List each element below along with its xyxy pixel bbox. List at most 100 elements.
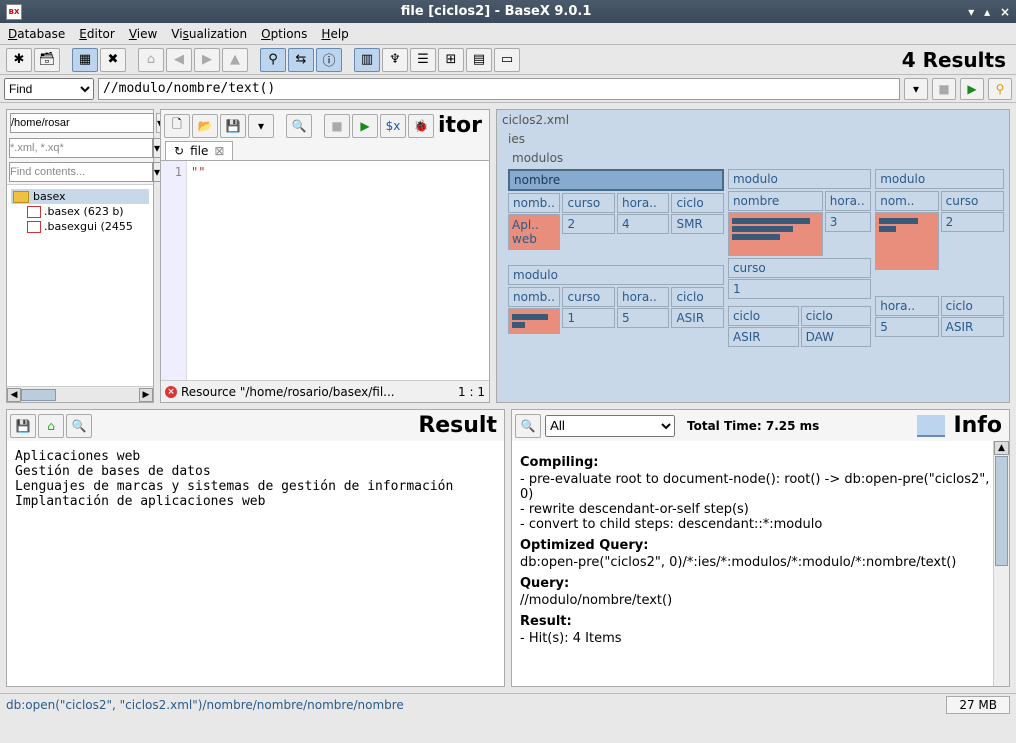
map-node[interactable]: hora.. <box>825 191 871 211</box>
ext-filter-input[interactable] <box>9 138 153 158</box>
map-node[interactable]: curso <box>728 258 871 278</box>
query-stop-icon[interactable]: ■ <box>932 78 956 100</box>
map-value[interactable] <box>728 212 823 256</box>
home-icon[interactable]: ⌂ <box>138 48 164 72</box>
map-value[interactable]: 4 <box>617 214 669 234</box>
map-value[interactable]: 5 <box>617 308 669 328</box>
map-node[interactable]: ciclo <box>671 287 723 307</box>
new-file-icon[interactable]: 🗋 <box>164 114 190 138</box>
menu-visualization[interactable]: Visualization <box>171 27 247 41</box>
map-node[interactable]: modulo <box>728 169 871 189</box>
map-node[interactable]: ciclo <box>801 306 872 326</box>
tree-folder[interactable]: basex <box>11 189 149 204</box>
editor-code[interactable]: "" <box>187 161 489 380</box>
stop-icon[interactable]: ■ <box>324 114 350 138</box>
editor-tab[interactable]: ↻ file ⊠ <box>165 141 233 160</box>
open-db-icon[interactable]: 🗃 <box>34 48 60 72</box>
open-file-icon[interactable]: 📂 <box>192 114 218 138</box>
map-node[interactable]: curso <box>562 193 614 213</box>
info-icon[interactable]: ⓘ <box>316 48 342 72</box>
map-value[interactable]: DAW <box>801 327 872 347</box>
save-file-icon[interactable]: 💾 <box>220 114 246 138</box>
map-node[interactable]: curso <box>941 191 1004 211</box>
project-tree[interactable]: basex .basex (623 b) .basexgui (2455 <box>7 184 153 386</box>
map-node[interactable]: ciclo <box>671 193 723 213</box>
menu-editor[interactable]: Editor <box>79 27 115 41</box>
query-history-icon[interactable]: ▾ <box>904 78 928 100</box>
rt-filter-icon[interactable]: ⚲ <box>260 48 286 72</box>
tree-file[interactable]: .basexgui (2455 <box>11 219 149 234</box>
status-memory[interactable]: 27 MB <box>946 696 1010 714</box>
result-save-icon[interactable]: 💾 <box>10 414 36 438</box>
map-node[interactable]: modulo <box>875 169 1004 189</box>
query-run-icon[interactable]: ▶ <box>960 78 984 100</box>
run-icon[interactable]: ▶ <box>352 114 378 138</box>
map-value[interactable]: 1 <box>728 279 871 299</box>
find-contents-input[interactable] <box>9 162 153 182</box>
map-value[interactable]: ASIR <box>941 317 1004 337</box>
map-node[interactable]: ciclo <box>728 306 799 326</box>
map-value[interactable] <box>875 212 938 270</box>
view-table-icon[interactable]: ▤ <box>466 48 492 72</box>
up-icon[interactable]: ▲ <box>222 48 248 72</box>
map-root[interactable]: ciclos2.xml <box>498 111 1008 129</box>
map-value[interactable]: ASIR <box>671 308 723 328</box>
view-map-icon[interactable]: ▥ <box>354 48 380 72</box>
menu-view[interactable]: View <box>129 27 157 41</box>
map-value[interactable]: 1 <box>562 308 614 328</box>
tab-close-icon[interactable]: ⊠ <box>214 144 224 158</box>
debug-icon[interactable]: 🐞 <box>408 114 434 138</box>
project-hscroll[interactable]: ◀▶ <box>7 386 153 402</box>
map-node[interactable]: ciclo <box>941 296 1004 316</box>
map-node[interactable]: curso <box>562 287 614 307</box>
search-icon[interactable]: 🔍 <box>286 114 312 138</box>
map-value[interactable]: 3 <box>825 212 871 232</box>
result-home-icon[interactable]: ⌂ <box>38 414 64 438</box>
minimize-button[interactable]: ▾ <box>968 5 974 19</box>
query-filter-icon[interactable]: ⚲ <box>988 78 1012 100</box>
view-tree-icon[interactable]: ♆ <box>382 48 408 72</box>
menu-options[interactable]: Options <box>261 27 307 41</box>
map-value[interactable] <box>508 308 560 334</box>
rt-exec-icon[interactable]: ⇆ <box>288 48 314 72</box>
map-node[interactable]: nombre <box>728 191 823 211</box>
grid-icon[interactable]: ▦ <box>72 48 98 72</box>
delete-icon[interactable]: ✖ <box>100 48 126 72</box>
map-node[interactable]: nomb.. <box>508 287 560 307</box>
info-filter-select[interactable]: All <box>545 415 675 437</box>
map-node[interactable]: modulos <box>504 149 1008 167</box>
query-input[interactable] <box>98 78 900 100</box>
map-node[interactable]: hora.. <box>617 287 669 307</box>
maximize-button[interactable]: ▴ <box>984 5 990 19</box>
map-node[interactable]: nom.. <box>875 191 938 211</box>
map-selected-node[interactable]: nombre <box>508 169 724 191</box>
tree-file[interactable]: .basex (623 b) <box>11 204 149 219</box>
forward-icon[interactable]: ▶ <box>194 48 220 72</box>
menu-database[interactable]: DDatabaseatabase <box>8 27 65 41</box>
info-vscroll[interactable]: ▲ <box>993 441 1009 686</box>
result-body[interactable]: Aplicaciones web Gestión de bases de dat… <box>7 441 504 686</box>
save-history-icon[interactable]: ▾ <box>248 114 274 138</box>
map-view[interactable]: ciclos2.xml ies modulos nombre nomb.. Ap… <box>497 110 1009 402</box>
code-editor[interactable]: 1 "" <box>161 161 489 380</box>
map-node[interactable]: hora.. <box>617 193 669 213</box>
map-value[interactable]: SMR <box>671 214 723 234</box>
new-db-icon[interactable]: ✱ <box>6 48 32 72</box>
vars-icon[interactable]: $x <box>380 114 406 138</box>
view-plot-icon[interactable]: ⊞ <box>438 48 464 72</box>
path-input[interactable] <box>10 113 154 133</box>
map-value[interactable]: 2 <box>562 214 614 234</box>
close-button[interactable]: × <box>1000 5 1010 19</box>
view-folder-icon[interactable]: ☰ <box>410 48 436 72</box>
back-icon[interactable]: ◀ <box>166 48 192 72</box>
map-value[interactable]: Apl.. web <box>508 214 560 250</box>
info-search-icon[interactable]: 🔍 <box>515 414 541 438</box>
map-value[interactable]: 2 <box>941 212 1004 232</box>
menu-help[interactable]: Help <box>321 27 348 41</box>
map-value[interactable]: ASIR <box>728 327 799 347</box>
map-node[interactable]: ies <box>504 130 1008 148</box>
result-search-icon[interactable]: 🔍 <box>66 414 92 438</box>
info-body[interactable]: Compiling: - pre-evaluate root to docume… <box>512 441 1009 686</box>
map-value[interactable]: 5 <box>875 317 938 337</box>
map-node[interactable]: hora.. <box>875 296 938 316</box>
